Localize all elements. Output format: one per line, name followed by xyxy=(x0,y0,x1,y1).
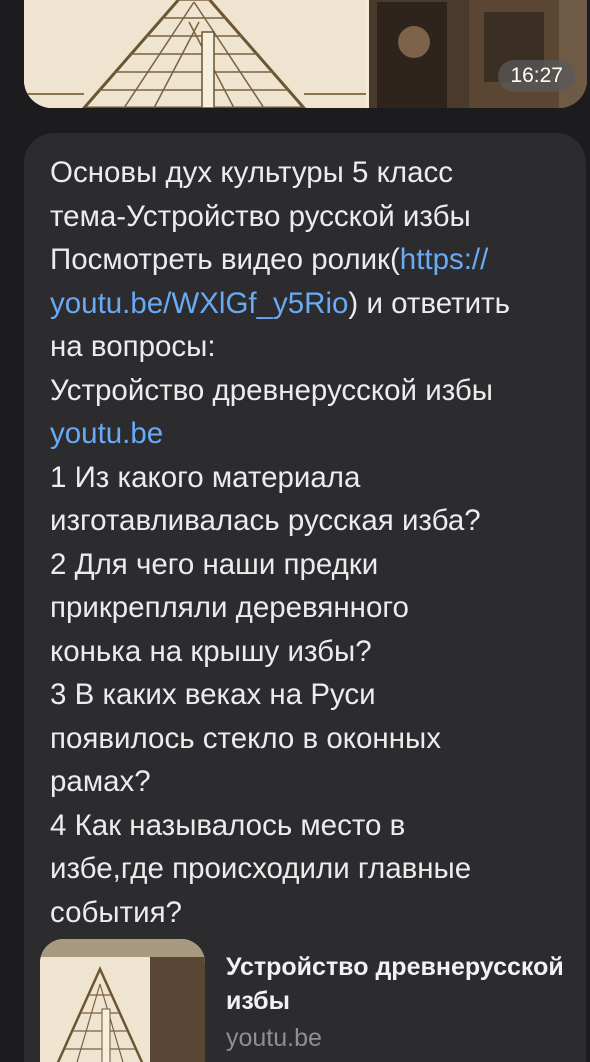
link-preview-thumbnail[interactable] xyxy=(40,939,205,1062)
image-message[interactable]: 16:27 xyxy=(24,0,587,108)
youtube-link[interactable]: youtu.be xyxy=(50,417,163,450)
message-line: ) и ответить xyxy=(348,286,511,320)
message-line: Основы дух культуры 5 класс xyxy=(50,156,454,189)
message-text: Основы дух культуры 5 класс тема-Устройс… xyxy=(50,151,570,934)
link-preview-domain: youtu.be xyxy=(226,1024,322,1052)
chat-screen: 16:27 Основы дух культуры 5 класс тема-У… xyxy=(0,0,590,1062)
message-time: 16:27 xyxy=(498,60,575,92)
question-3: 3 В каких веках на Руси появилось стекло… xyxy=(50,678,441,798)
message-line: Посмотреть видео ролик( xyxy=(50,243,400,276)
video-link-part[interactable]: https:// xyxy=(400,243,489,276)
message-line: Устройство древнерусской избы xyxy=(50,373,494,407)
question-4: 4 Как называлось место в избе,где происх… xyxy=(50,808,472,929)
question-1: 1 Из какого материала изготавливалась ру… xyxy=(50,460,481,538)
video-link-part[interactable]: youtu.be/WXlGf_y5Rio xyxy=(50,287,348,320)
message-line: тема-Устройство русской избы xyxy=(50,199,471,233)
message-line: на вопросы: xyxy=(50,330,216,363)
question-2: 2 Для чего наши предки прикрепляли дерев… xyxy=(50,547,409,668)
izba-drawing-image xyxy=(24,0,366,108)
link-preview-title[interactable]: Устройство древнерусской избы xyxy=(226,950,566,1018)
text-message[interactable]: Основы дух культуры 5 класс тема-Устройс… xyxy=(24,133,586,1062)
